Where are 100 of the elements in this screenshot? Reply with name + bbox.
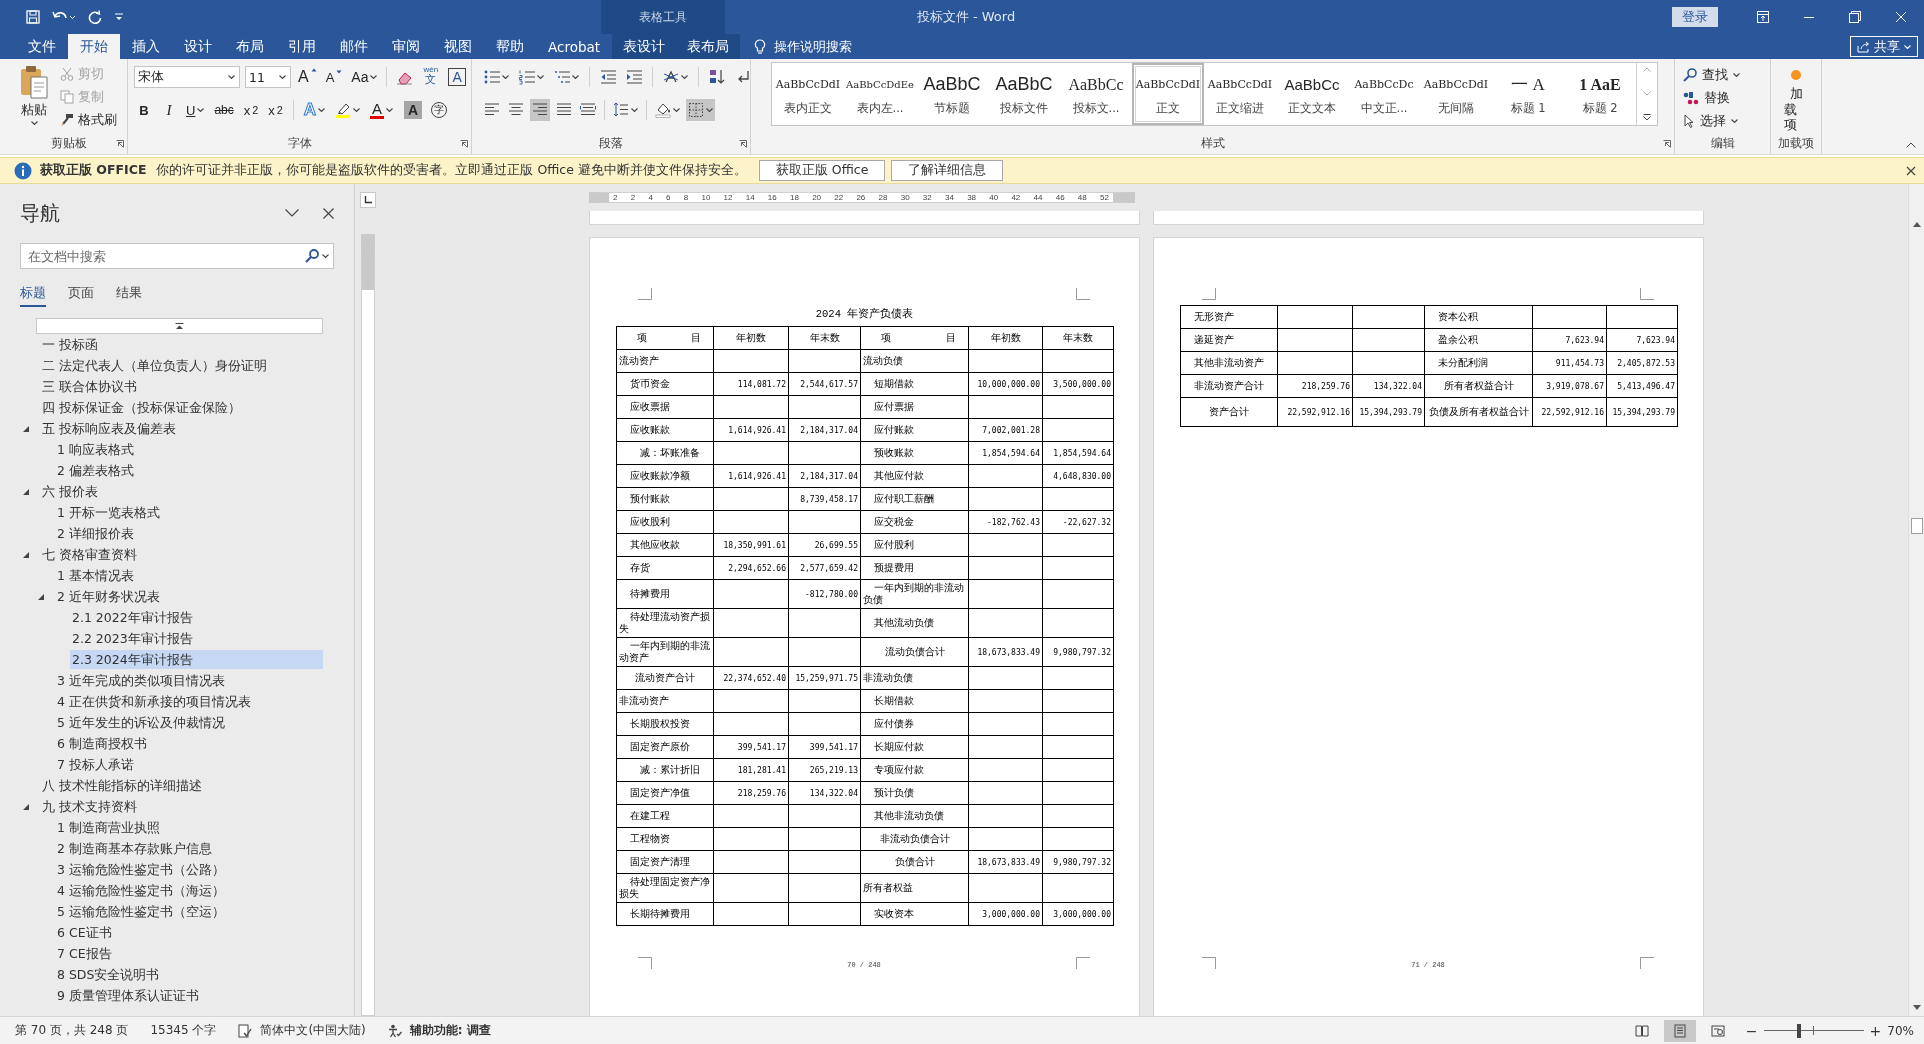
- zoom-out-button[interactable]: −: [1745, 1022, 1758, 1039]
- heading-item[interactable]: 8 SDS安全说明书: [55, 965, 323, 984]
- heading-item[interactable]: 三 联合体协议书: [40, 377, 323, 396]
- collapse-ribbon-icon[interactable]: [1906, 142, 1916, 148]
- proofing-icon[interactable]: [238, 1023, 253, 1038]
- heading-item[interactable]: 1 开标一览表格式: [55, 503, 323, 522]
- heading-item[interactable]: 4 正在供货和新承接的项目情况表: [55, 692, 323, 711]
- heading-item[interactable]: 2.2 2023年审计报告: [70, 629, 323, 648]
- notice-button[interactable]: 了解详细信息: [891, 160, 1004, 181]
- customize-icon[interactable]: [114, 12, 124, 22]
- style-item[interactable]: AaBbCcDdI 正文缩进: [1204, 63, 1276, 125]
- heading-item[interactable]: 2 详细报价表: [55, 524, 323, 543]
- style-item[interactable]: AaBbCcDc 中文正...: [1348, 63, 1420, 125]
- bold-button[interactable]: B: [134, 99, 154, 121]
- style-item[interactable]: AaBbC 节标题: [916, 63, 988, 125]
- tab-selector[interactable]: [359, 192, 376, 208]
- zoom-in-button[interactable]: +: [1869, 1022, 1882, 1039]
- word-count[interactable]: 15345 个字: [150, 1022, 217, 1039]
- scrollbar[interactable]: [1908, 184, 1924, 1016]
- heading-item[interactable]: 八 技术性能指标的详细描述: [40, 776, 323, 795]
- heading-item[interactable]: 1 基本情况表: [55, 566, 323, 585]
- paste-button[interactable]: 粘贴: [14, 63, 54, 133]
- pane-tab[interactable]: 页面: [68, 283, 94, 307]
- heading-item[interactable]: 2 制造商基本存款账户信息: [55, 839, 323, 858]
- ribbon-tab[interactable]: 文件: [16, 34, 68, 59]
- heading-item[interactable]: 5 运输危险性鉴定书（空运）: [55, 902, 323, 921]
- ribbon-tab[interactable]: 设计: [172, 34, 224, 59]
- strikethrough-button[interactable]: abc: [212, 99, 236, 121]
- heading-item[interactable]: 3 运输危险性鉴定书（公路）: [55, 860, 323, 879]
- borders-button[interactable]: [686, 99, 715, 121]
- scroll-up-icon[interactable]: [1912, 222, 1921, 227]
- italic-button[interactable]: I: [160, 99, 178, 121]
- style-item[interactable]: 一 A 标题 1: [1492, 63, 1564, 125]
- chevron-down-icon[interactable]: [285, 209, 299, 217]
- heading-item[interactable]: 2.1 2022年审计报告: [70, 608, 323, 627]
- dialog-launcher-icon[interactable]: [1663, 139, 1671, 148]
- ribbon-tab[interactable]: 布局: [224, 34, 276, 59]
- change-case-button[interactable]: Aa: [349, 66, 380, 88]
- ribbon-tab[interactable]: 引用: [276, 34, 328, 59]
- ribbon-tab[interactable]: Acrobat: [536, 34, 613, 59]
- close-icon[interactable]: [1906, 165, 1916, 176]
- search-field[interactable]: 在文档中搜索: [28, 248, 302, 264]
- font-color-button[interactable]: A: [368, 99, 396, 121]
- pane-tab[interactable]: 结果: [116, 283, 142, 307]
- redo-icon[interactable]: [88, 10, 102, 24]
- slider-thumb[interactable]: [1796, 1023, 1801, 1038]
- heading-item[interactable]: 五 投标响应表及偏差表: [40, 419, 323, 438]
- ribbon-tab[interactable]: 审阅: [380, 34, 432, 59]
- phonetic-guide-button[interactable]: wén 文: [421, 66, 441, 88]
- save-icon[interactable]: [26, 10, 40, 24]
- restore-icon[interactable]: [1849, 11, 1861, 23]
- heading-item[interactable]: 四 投标保证金（投标保证金保险）: [40, 398, 323, 417]
- underline-button[interactable]: U: [184, 99, 207, 121]
- page-count[interactable]: 第 70 页，共 248 页: [15, 1022, 129, 1039]
- grow-font-button[interactable]: A: [296, 66, 319, 88]
- heading-item[interactable]: 3 近年完成的类似项目情况表: [55, 671, 323, 690]
- heading-item[interactable]: 9 质量管理体系认证证书: [55, 986, 323, 1005]
- more-styles-icon[interactable]: [1643, 114, 1651, 121]
- replace-button[interactable]: 替换: [1683, 88, 1740, 108]
- accessibility-status[interactable]: 辅助功能: 调查: [409, 1022, 491, 1039]
- scroll-down-icon[interactable]: [1912, 1005, 1921, 1010]
- heading-item[interactable]: 5 近年发生的诉讼及仲裁情况: [55, 713, 323, 732]
- language-indicator[interactable]: 简体中文(中国大陆): [260, 1022, 366, 1039]
- heading-item[interactable]: 7 CE报告: [55, 944, 323, 963]
- character-shading-button[interactable]: A: [404, 101, 423, 119]
- heading-item[interactable]: 2.3 2024年审计报告: [70, 650, 323, 669]
- ribbon-tab[interactable]: 表设计: [612, 34, 677, 59]
- style-item[interactable]: AaBbCcDdI 正文: [1132, 63, 1204, 125]
- heading-item[interactable]: 4 运输危险性鉴定书（海运）: [55, 881, 323, 900]
- ribbon-display-icon[interactable]: [1757, 11, 1769, 23]
- tell-me-search[interactable]: 操作说明搜索: [774, 37, 853, 56]
- font-name-field[interactable]: 宋体: [134, 66, 240, 88]
- style-item[interactable]: AaBbC 投标文件: [988, 63, 1060, 125]
- style-item[interactable]: AaBbCc 投标文...: [1060, 63, 1132, 125]
- heading-item[interactable]: 2 近年财务状况表: [55, 587, 323, 606]
- notice-button[interactable]: 获取正版 Office: [758, 160, 886, 181]
- dialog-launcher-icon[interactable]: [739, 139, 747, 148]
- align-right-button[interactable]: [530, 99, 550, 121]
- dialog-launcher-icon[interactable]: [116, 139, 124, 148]
- style-item[interactable]: 1 AaE 标题 2: [1564, 63, 1636, 125]
- dialog-launcher-icon[interactable]: [460, 139, 468, 148]
- sign-in-button[interactable]: 登录: [1672, 7, 1718, 27]
- expand-arrow-icon[interactable]: [22, 550, 30, 559]
- find-button[interactable]: 查找: [1683, 65, 1740, 85]
- style-item[interactable]: AaBbCcDdEe 表内左...: [844, 63, 916, 125]
- style-item[interactable]: AaBbCcDdI 无间隔: [1420, 63, 1492, 125]
- expand-arrow-icon[interactable]: [22, 802, 30, 811]
- zoom-level[interactable]: 70%: [1887, 1023, 1914, 1038]
- heading-item[interactable]: 九 技术支持资料: [40, 797, 323, 816]
- style-item[interactable]: AaBbCcDdI 表内正文: [772, 63, 844, 125]
- heading-item[interactable]: 1 响应表格式: [55, 440, 323, 459]
- scroll-thumb[interactable]: [1910, 518, 1923, 534]
- search-box[interactable]: 在文档中搜索: [20, 243, 334, 269]
- accessibility-icon[interactable]: [387, 1023, 402, 1038]
- ribbon-tab[interactable]: 视图: [432, 34, 484, 59]
- style-item[interactable]: AaBbCc 正文文本: [1276, 63, 1348, 125]
- ribbon-tab[interactable]: 帮助: [484, 34, 536, 59]
- share-button[interactable]: 共享: [1850, 36, 1918, 57]
- expand-arrow-icon[interactable]: [22, 424, 30, 433]
- ribbon-tab[interactable]: 表布局: [676, 34, 741, 59]
